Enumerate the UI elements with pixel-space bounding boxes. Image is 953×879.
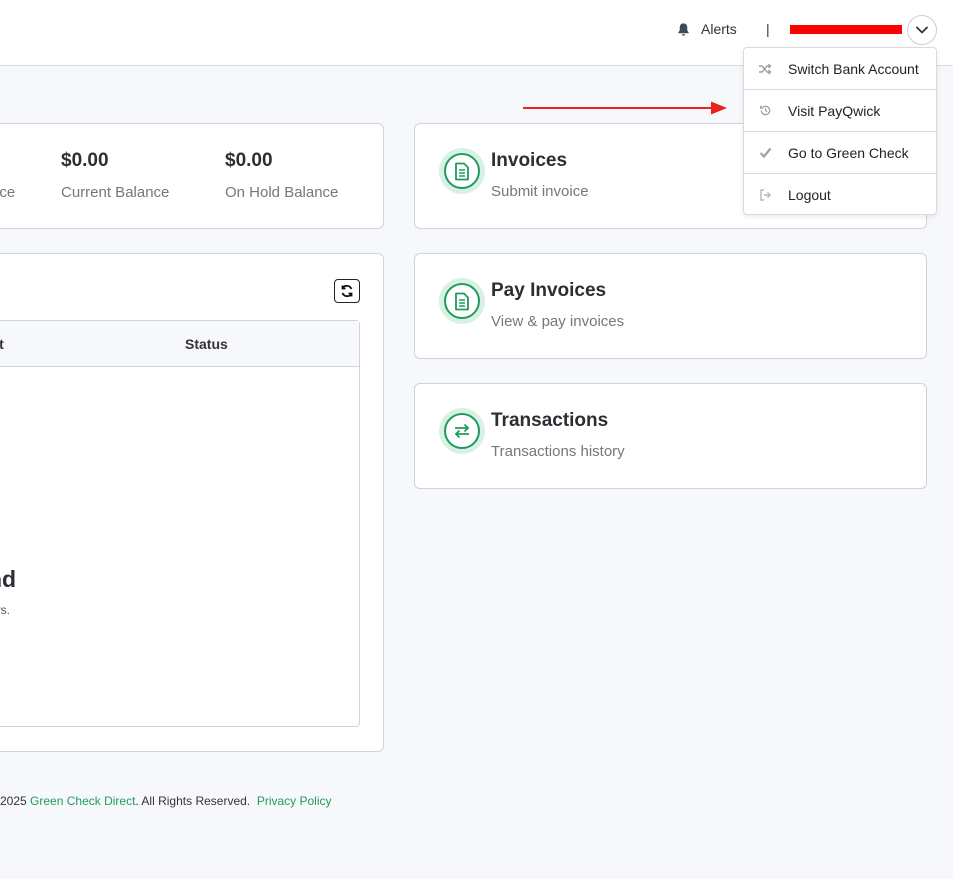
card-title: Pay Invoices <box>491 280 607 301</box>
company-link[interactable]: Green Check Direct <box>30 794 135 808</box>
pay-invoices-card[interactable]: Pay Invoices View & pay invoices <box>414 253 927 359</box>
footer: 2025 Green Check Direct. All Rights Rese… <box>0 794 332 808</box>
onhold-balance-label: On Hold Balance <box>225 184 339 201</box>
menu-item-switch-bank-account[interactable]: Switch Bank Account <box>744 48 936 90</box>
alerts-link[interactable]: Alerts <box>676 21 737 37</box>
user-menu-toggle[interactable] <box>907 15 937 45</box>
onhold-balance-value: $0.00 <box>225 150 273 171</box>
invoices-icon-badge <box>439 148 485 194</box>
table-header: unt Status <box>0 321 359 367</box>
column-header-status[interactable]: Status <box>185 336 228 352</box>
card-title: Transactions <box>491 410 609 431</box>
transactions-table-card: unt Status nd ays. <box>0 253 384 752</box>
current-balance-value: $0.00 <box>61 150 109 171</box>
card-subtitle: Transactions history <box>491 443 625 460</box>
header-separator: | <box>766 21 770 37</box>
alerts-label: Alerts <box>701 21 737 37</box>
card-subtitle: Submit invoice <box>491 183 589 200</box>
menu-item-label: Logout <box>788 187 831 203</box>
document-icon <box>455 162 469 180</box>
menu-item-visit-payqwick[interactable]: Visit PayQwick <box>744 90 936 132</box>
footer-copyright: 2025 <box>0 794 27 808</box>
menu-item-label: Switch Bank Account <box>788 60 919 77</box>
menu-item-go-to-green-check[interactable]: Go to Green Check <box>744 132 936 174</box>
logout-icon <box>757 187 773 203</box>
menu-item-label: Visit PayQwick <box>788 102 881 119</box>
balance-card: nce $0.00 Current Balance $0.00 On Hold … <box>0 123 384 229</box>
check-icon <box>757 145 773 161</box>
refresh-icon <box>341 284 353 298</box>
username-redacted[interactable] <box>790 25 902 34</box>
footer-rights: . All Rights Reserved. <box>135 794 251 808</box>
card-subtitle: View & pay invoices <box>491 313 625 330</box>
empty-state-title: nd <box>0 566 17 592</box>
current-balance-label: Current Balance <box>61 184 170 201</box>
pay-invoices-icon-badge <box>439 278 485 324</box>
bell-icon <box>678 22 689 36</box>
column-header-amount[interactable]: unt <box>0 336 4 352</box>
chevron-down-icon <box>916 26 928 34</box>
history-icon <box>757 103 773 119</box>
shuffle-icon <box>757 61 773 77</box>
annotation-arrow-icon <box>523 101 727 115</box>
transactions-table: unt Status nd ays. <box>0 320 360 727</box>
card-title: Invoices <box>491 150 568 171</box>
transactions-icon-badge <box>439 408 485 454</box>
exchange-icon <box>454 423 470 439</box>
privacy-policy-link[interactable]: Privacy Policy <box>257 794 332 808</box>
document-icon <box>455 292 469 310</box>
refresh-button[interactable] <box>334 279 360 303</box>
user-dropdown-menu: Switch Bank Account Visit PayQwick Go to… <box>743 47 937 215</box>
transactions-card[interactable]: Transactions Transactions history <box>414 383 927 489</box>
balance-label-partial: nce <box>0 184 16 201</box>
empty-state-subtitle: ays. <box>0 603 11 617</box>
menu-item-label: Go to Green Check <box>788 144 909 161</box>
menu-item-logout[interactable]: Logout <box>744 174 936 216</box>
